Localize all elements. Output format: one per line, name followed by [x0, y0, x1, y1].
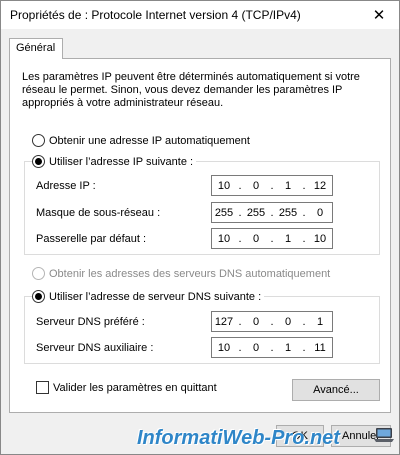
octet: 10	[217, 232, 231, 245]
title-bar: Propriétés de : Protocole Internet versi…	[1, 1, 399, 29]
watermark: InformatiWeb-Pro.net	[137, 427, 340, 449]
window-title: Propriétés de : Protocole Internet versi…	[10, 8, 301, 22]
octet: 10	[217, 179, 231, 192]
octet: 127	[214, 315, 234, 328]
gateway-input[interactable]: 10. 0. 1. 10	[211, 228, 333, 249]
radio-icon	[32, 134, 45, 147]
ip-auto-label: Obtenir une adresse IP automatiquement	[49, 134, 250, 147]
octet: 10	[313, 232, 327, 245]
ip-address-input[interactable]: 10. 0. 1. 12	[211, 175, 333, 196]
ip-auto-radio[interactable]: Obtenir une adresse IP automatiquement	[32, 134, 250, 147]
octet: 255	[214, 206, 234, 219]
alternate-dns-input[interactable]: 10. 0. 1. 11	[211, 337, 333, 358]
tab-general[interactable]: Général	[9, 38, 63, 59]
octet: 10	[217, 341, 231, 354]
octet: 11	[314, 341, 326, 354]
validate-checkbox[interactable]: Valider les paramètres en quittant	[36, 381, 217, 394]
gateway-label: Passerelle par défaut :	[36, 233, 147, 245]
advanced-button[interactable]: Avancé...	[292, 379, 380, 401]
octet: 0	[284, 315, 292, 328]
octet: 0	[252, 341, 260, 354]
alternate-dns-label: Serveur DNS auxiliaire :	[36, 342, 154, 354]
radio-checked-icon	[32, 155, 45, 168]
radio-icon	[32, 267, 45, 280]
preferred-dns-input[interactable]: 127. 0. 0. 1	[211, 311, 333, 332]
dns-auto-radio[interactable]: Obtenir les adresses des serveurs DNS au…	[32, 267, 330, 280]
preferred-dns-label: Serveur DNS préféré :	[36, 316, 145, 328]
radio-checked-icon	[32, 290, 45, 303]
intro-text: Les paramètres IP peuvent être déterminé…	[22, 71, 360, 109]
subnet-mask-label: Masque de sous-réseau :	[36, 207, 161, 219]
ip-manual-label: Utiliser l’adresse IP suivante :	[49, 155, 194, 168]
dns-manual-label: Utiliser l’adresse de serveur DNS suivan…	[49, 290, 262, 303]
octet: 1	[316, 315, 324, 328]
dns-auto-label: Obtenir les adresses des serveurs DNS au…	[49, 267, 331, 280]
octet: 0	[252, 315, 260, 328]
subnet-mask-input[interactable]: 255. 255. 255. 0	[211, 202, 333, 223]
properties-dialog: Propriétés de : Protocole Internet versi…	[0, 0, 400, 455]
checkbox-icon	[36, 381, 49, 394]
octet: 0	[316, 206, 324, 219]
ip-manual-radio[interactable]: Utiliser l’adresse IP suivante :	[32, 155, 197, 168]
octet: 1	[284, 232, 292, 245]
octet: 0	[252, 179, 260, 192]
octet: 255	[278, 206, 298, 219]
close-button[interactable]: ✕	[359, 1, 399, 29]
general-panel: Les paramètres IP peuvent être déterminé…	[9, 58, 391, 413]
octet: 1	[284, 341, 292, 354]
ip-address-label: Adresse IP :	[36, 180, 96, 192]
octet: 12	[313, 179, 327, 192]
octet: 0	[252, 232, 260, 245]
laptop-icon	[374, 428, 394, 442]
validate-label: Valider les paramètres en quittant	[53, 381, 217, 394]
close-icon: ✕	[372, 7, 386, 24]
dns-manual-radio[interactable]: Utiliser l’adresse de serveur DNS suivan…	[32, 290, 265, 303]
octet: 255	[246, 206, 266, 219]
octet: 1	[284, 179, 292, 192]
